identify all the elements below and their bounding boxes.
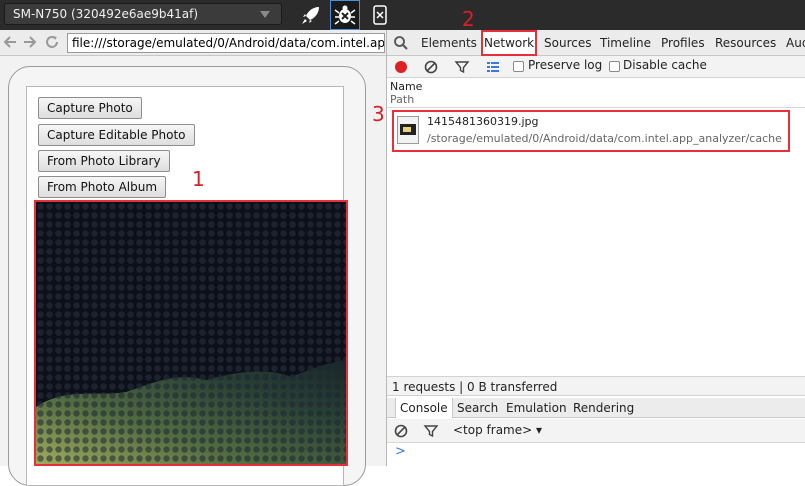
tab-resources[interactable]: Resources — [715, 30, 776, 56]
drawer-tab-emulation[interactable]: Emulation — [502, 398, 571, 418]
frame-select[interactable]: <top frame> ▾ — [453, 423, 542, 437]
tab-profiles[interactable]: Profiles — [661, 30, 705, 56]
request-name: 1415481360319.jpg — [427, 115, 539, 128]
clear-console-icon[interactable] — [393, 423, 409, 439]
drawer-tab-rendering[interactable]: Rendering — [569, 398, 638, 418]
devtools-tabbar: Elements Network Sources Timeline Profil… — [387, 30, 805, 56]
tab-timeline[interactable]: Timeline — [600, 30, 651, 56]
devtools-panel: Elements Network Sources Timeline Profil… — [372, 7, 805, 466]
disable-cache-checkbox[interactable] — [609, 61, 620, 72]
reload-icon[interactable] — [44, 34, 60, 50]
rocket-icon — [302, 7, 319, 24]
device-button[interactable] — [370, 0, 390, 30]
network-column-header[interactable]: Name Path — [387, 78, 805, 108]
chevron-down-icon — [260, 11, 270, 18]
preserve-log-label: Preserve log — [528, 58, 603, 72]
drawer-tab-console[interactable]: Console — [395, 398, 453, 418]
device-icon — [373, 5, 387, 25]
network-status-summary: 1 requests | 0 B transferred — [387, 376, 805, 396]
device-select[interactable]: SM-N750 (320492e6ae9b41af) — [4, 3, 282, 25]
preserve-log-checkbox[interactable] — [513, 61, 524, 72]
forward-arrow-icon[interactable] — [22, 34, 38, 50]
list-view-icon[interactable] — [485, 59, 501, 75]
column-name: Name — [390, 80, 423, 93]
network-toolbar: Preserve log Disable cache — [387, 56, 805, 78]
search-icon[interactable] — [393, 35, 409, 51]
drawer-tab-search[interactable]: Search — [453, 398, 502, 418]
clear-icon[interactable] — [423, 59, 439, 75]
debug-button[interactable] — [330, 0, 360, 30]
frame-select-label: <top frame> — [453, 423, 533, 437]
network-request-row[interactable]: 1415481360319.jpg /storage/emulated/0/An… — [392, 110, 790, 152]
rocket-button[interactable] — [298, 0, 324, 30]
address-bar: file:///storage/emulated/0/Android/data/… — [0, 30, 386, 56]
tab-sources[interactable]: Sources — [544, 30, 591, 56]
bug-icon — [334, 5, 356, 25]
column-path: Path — [390, 93, 415, 106]
console-toolbar: <top frame> ▾ — [387, 419, 805, 443]
annotation-2: 2 — [462, 7, 475, 31]
console-prompt[interactable]: > — [395, 444, 406, 459]
from-photo-library-button[interactable]: From Photo Library — [38, 150, 170, 172]
capture-editable-photo-button[interactable]: Capture Editable Photo — [38, 124, 195, 146]
image-file-icon — [397, 116, 419, 144]
tab-elements[interactable]: Elements — [421, 30, 477, 56]
request-path: /storage/emulated/0/Android/data/com.int… — [427, 132, 782, 145]
url-input[interactable]: file:///storage/emulated/0/Android/data/… — [67, 33, 385, 53]
filter-icon[interactable] — [454, 59, 470, 75]
chevron-down-icon: ▾ — [536, 423, 543, 437]
annotation-1: 1 — [192, 167, 205, 191]
back-arrow-icon[interactable] — [2, 34, 18, 50]
tab-audits[interactable]: Audits — [786, 30, 805, 56]
captured-photo — [34, 200, 348, 466]
from-photo-album-button[interactable]: From Photo Album — [38, 176, 167, 198]
record-icon[interactable] — [393, 59, 409, 75]
disable-cache-label: Disable cache — [623, 58, 707, 72]
console-filter-icon[interactable] — [423, 423, 439, 439]
tab-network[interactable]: Network — [481, 30, 538, 56]
annotation-3: 3 — [372, 102, 385, 126]
device-toolbar: SM-N750 (320492e6ae9b41af) — [0, 0, 805, 30]
device-select-label: SM-N750 (320492e6ae9b41af) — [13, 7, 199, 21]
drawer-tabbar: Console Search Emulation Rendering — [387, 398, 805, 418]
capture-photo-button[interactable]: Capture Photo — [38, 97, 142, 119]
